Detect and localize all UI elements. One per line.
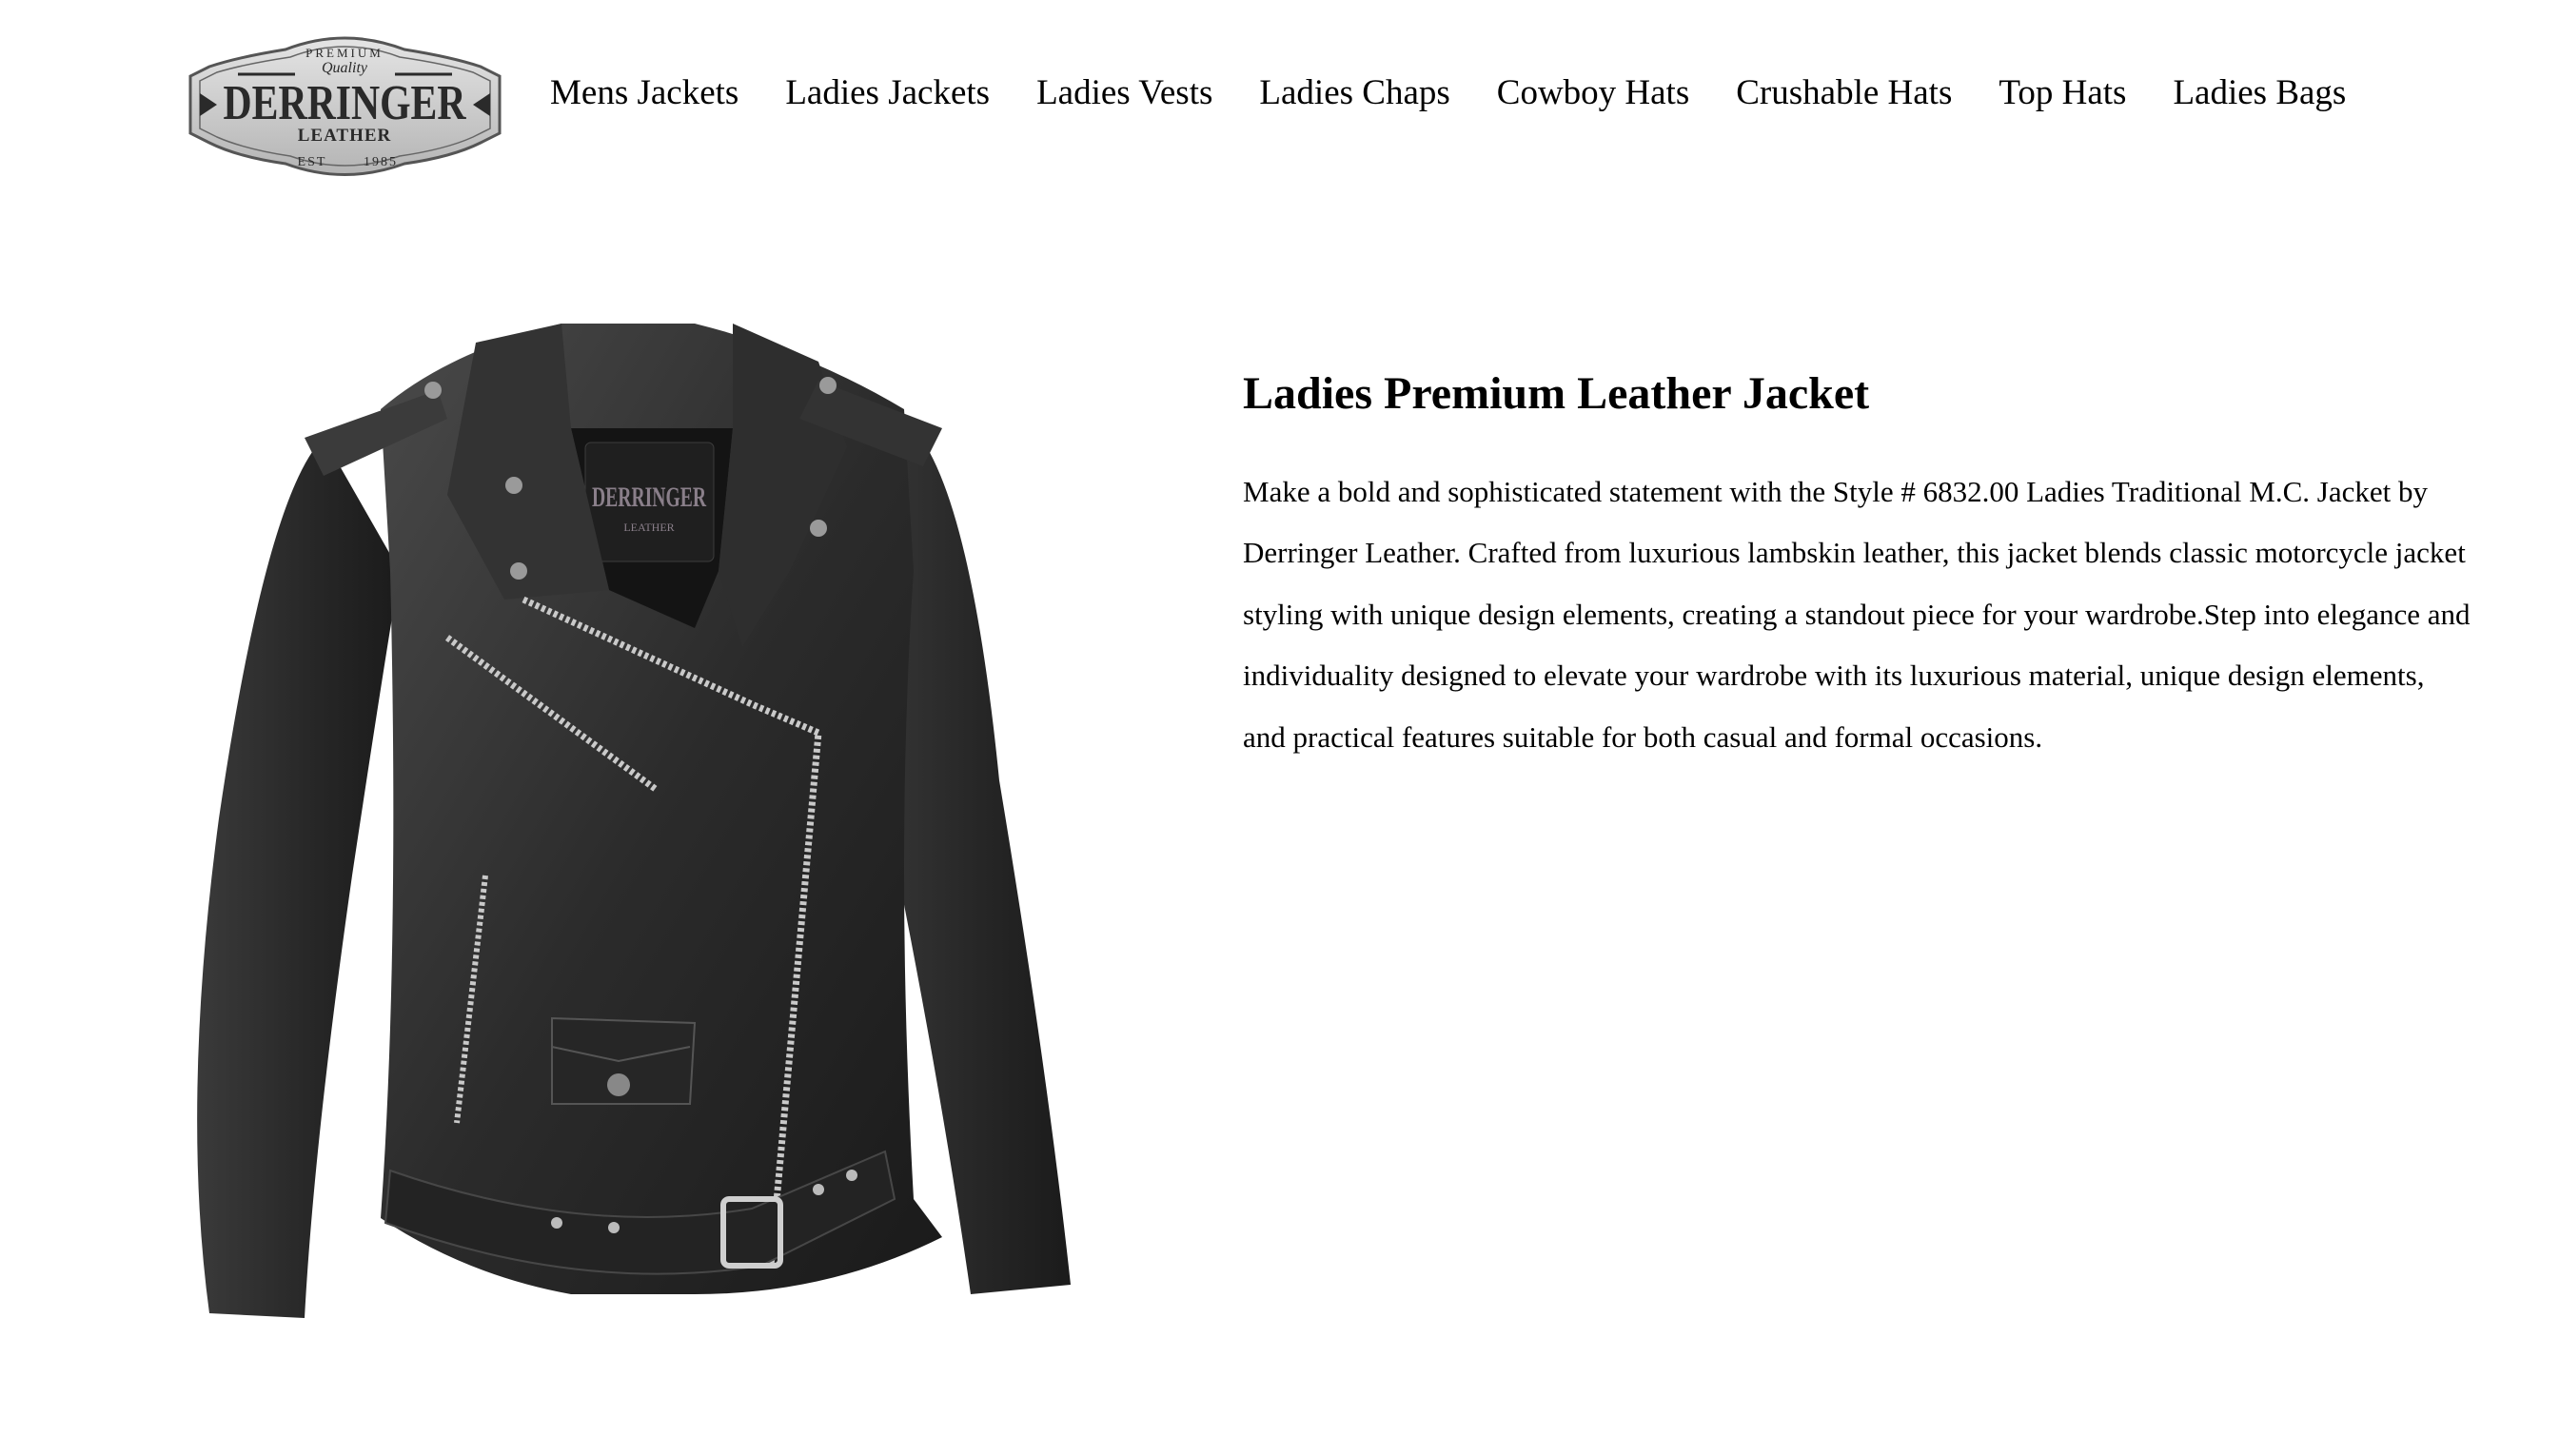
logo-est-text: EST (298, 155, 327, 169)
main-nav: Mens Jackets Ladies Jackets Ladies Vests… (550, 72, 2393, 113)
logo-script-text: Quality (322, 60, 368, 76)
derringer-logo[interactable]: PREMIUM Quality DERRINGER LEATHER EST 19… (181, 29, 509, 181)
product-image[interactable]: DERRINGER LEATHER (162, 285, 1104, 1351)
nav-ladies-chaps[interactable]: Ladies Chaps (1259, 72, 1449, 113)
product-description: Make a bold and sophisticated statement … (1243, 474, 2471, 754)
site-header: PREMIUM Quality DERRINGER LEATHER EST 19… (0, 0, 2560, 190)
nav-ladies-jackets[interactable]: Ladies Jackets (785, 72, 990, 113)
logo-top-text: PREMIUM (305, 46, 384, 60)
inner-sub-text: LEATHER (623, 521, 674, 534)
product-details: Ladies Premium Leather Jacket Make a bol… (1243, 366, 2471, 768)
product-title: Ladies Premium Leather Jacket (1243, 368, 1870, 419)
logo-brand-text: DERRINGER (224, 76, 467, 130)
nav-ladies-bags[interactable]: Ladies Bags (2173, 72, 2346, 113)
nav-mens-jackets[interactable]: Mens Jackets (550, 72, 738, 113)
nav-crushable-hats[interactable]: Crushable Hats (1736, 72, 1952, 113)
logo-year-text: 1985 (364, 155, 398, 169)
nav-ladies-vests[interactable]: Ladies Vests (1036, 72, 1212, 113)
nav-top-hats[interactable]: Top Hats (1999, 72, 2126, 113)
nav-cowboy-hats[interactable]: Cowboy Hats (1497, 72, 1689, 113)
logo-sub-text: LEATHER (298, 126, 392, 146)
inner-label-text: DERRINGER (592, 482, 706, 513)
